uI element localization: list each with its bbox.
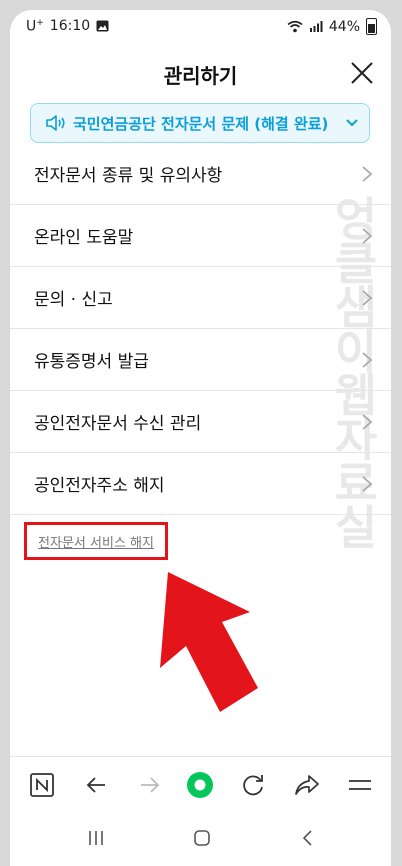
menu-item-label: 공인전자문서 수신 관리 — [34, 414, 202, 434]
green-dot-icon — [187, 772, 213, 798]
menu-item-label: 전자문서 종류 및 유의사항 — [34, 166, 223, 186]
refresh-icon — [243, 775, 263, 796]
battery-icon — [366, 18, 377, 35]
close-button[interactable] — [345, 56, 379, 90]
gallery-icon — [96, 20, 109, 32]
menu-item-inquiry-report[interactable]: 문의 · 신고 — [10, 267, 391, 329]
back-button[interactable] — [82, 771, 110, 799]
naver-n-icon — [30, 773, 54, 797]
home-button[interactable] — [188, 824, 216, 852]
menu-button[interactable] — [346, 771, 374, 799]
signal-icon — [309, 21, 323, 32]
system-back-button[interactable] — [294, 824, 322, 852]
back-arrow-icon — [86, 777, 105, 793]
chevron-right-icon — [362, 228, 373, 244]
menu-item-receipt-management[interactable]: 공인전자문서 수신 관리 — [10, 391, 391, 453]
system-back-icon — [302, 830, 312, 846]
menu-list: 전자문서 종류 및 유의사항 온라인 도움말 문의 · 신고 유통증명서 발급 … — [10, 143, 391, 515]
browser-toolbar — [10, 756, 391, 813]
home-icon — [194, 830, 210, 846]
forward-arrow-icon — [141, 777, 160, 793]
menu-item-online-help[interactable]: 온라인 도움말 — [10, 205, 391, 267]
menu-item-label: 공인전자주소 해지 — [34, 476, 165, 496]
chevron-right-icon — [362, 290, 373, 306]
forward-button[interactable] — [136, 771, 164, 799]
refresh-button[interactable] — [239, 771, 267, 799]
notice-banner[interactable]: 국민연금공단 전자문서 문제 (해결 완료) — [30, 103, 370, 143]
share-button[interactable] — [293, 771, 321, 799]
phone-screen: U+ 16:10 44% 관리하기 국민연금공단 전자문서 문제 (해결 완료)… — [10, 10, 391, 866]
wifi-icon — [287, 20, 303, 33]
recent-apps-button[interactable] — [82, 824, 110, 852]
naver-home-button[interactable] — [28, 771, 56, 799]
chevron-right-icon — [362, 352, 373, 368]
system-navigation-bar — [10, 812, 391, 866]
status-bar: U+ 16:10 44% — [10, 10, 391, 44]
menu-item-label: 온라인 도움말 — [34, 228, 134, 248]
menu-item-distribution-certificate[interactable]: 유통증명서 발급 — [10, 329, 391, 391]
hamburger-icon — [349, 780, 371, 790]
notice-text: 국민연금공단 전자문서 문제 (해결 완료) — [73, 114, 329, 133]
menu-item-label: 문의 · 신고 — [34, 290, 113, 310]
service-termination-link[interactable]: 전자문서 서비스 해지 — [24, 522, 168, 560]
chevron-right-icon — [362, 166, 373, 182]
carrier-label: U+ — [26, 18, 44, 35]
recent-apps-icon — [89, 831, 103, 845]
share-icon — [295, 775, 319, 795]
speaker-icon — [46, 115, 65, 131]
naver-green-dot-button[interactable] — [186, 771, 214, 799]
page-title: 관리하기 — [163, 64, 238, 88]
chevron-down-icon — [346, 119, 358, 127]
chevron-right-icon — [362, 414, 373, 430]
menu-item-address-termination[interactable]: 공인전자주소 해지 — [10, 453, 391, 515]
battery-percent: 44% — [328, 18, 360, 35]
status-time: 16:10 — [49, 18, 91, 35]
close-icon — [351, 62, 373, 84]
menu-item-label: 유통증명서 발급 — [34, 352, 149, 372]
header: 관리하기 — [10, 44, 391, 104]
menu-item-document-types[interactable]: 전자문서 종류 및 유의사항 — [10, 143, 391, 205]
chevron-right-icon — [362, 476, 373, 492]
red-arrow-annotation — [160, 572, 258, 712]
